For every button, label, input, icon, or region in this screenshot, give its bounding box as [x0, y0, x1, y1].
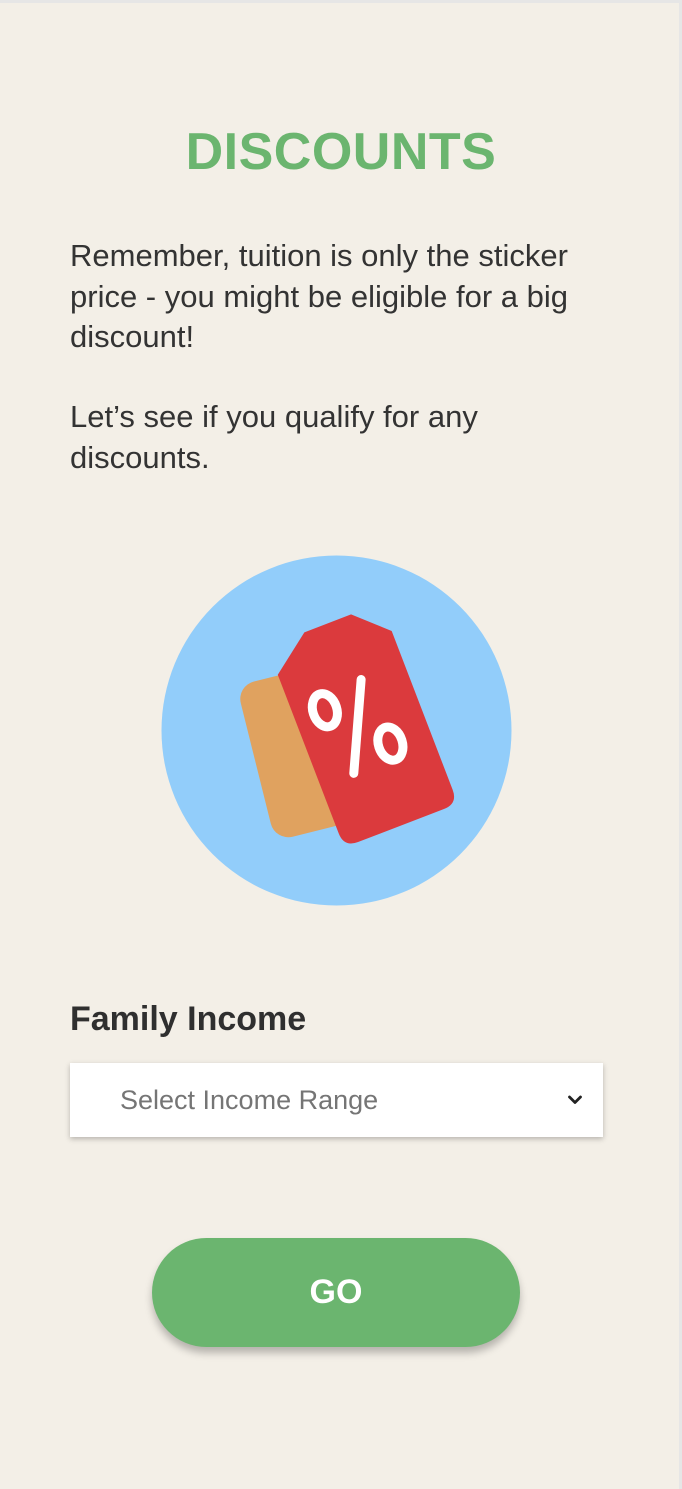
family-income-label: Family Income [70, 1000, 307, 1038]
go-button[interactable]: GO [152, 1238, 520, 1347]
page-title: DISCOUNTS [185, 123, 497, 181]
top-border [0, 0, 682, 3]
income-range-select[interactable]: Select Income Range [70, 1063, 603, 1137]
chevron-down-icon [568, 1095, 582, 1104]
intro-text: Remember, tuition is only the sticker pr… [70, 238, 568, 354]
discount-tag-icon [161, 555, 512, 906]
qualify-text: Let’s see if you qualify for any discoun… [70, 399, 478, 475]
income-range-placeholder: Select Income Range [120, 1085, 379, 1115]
